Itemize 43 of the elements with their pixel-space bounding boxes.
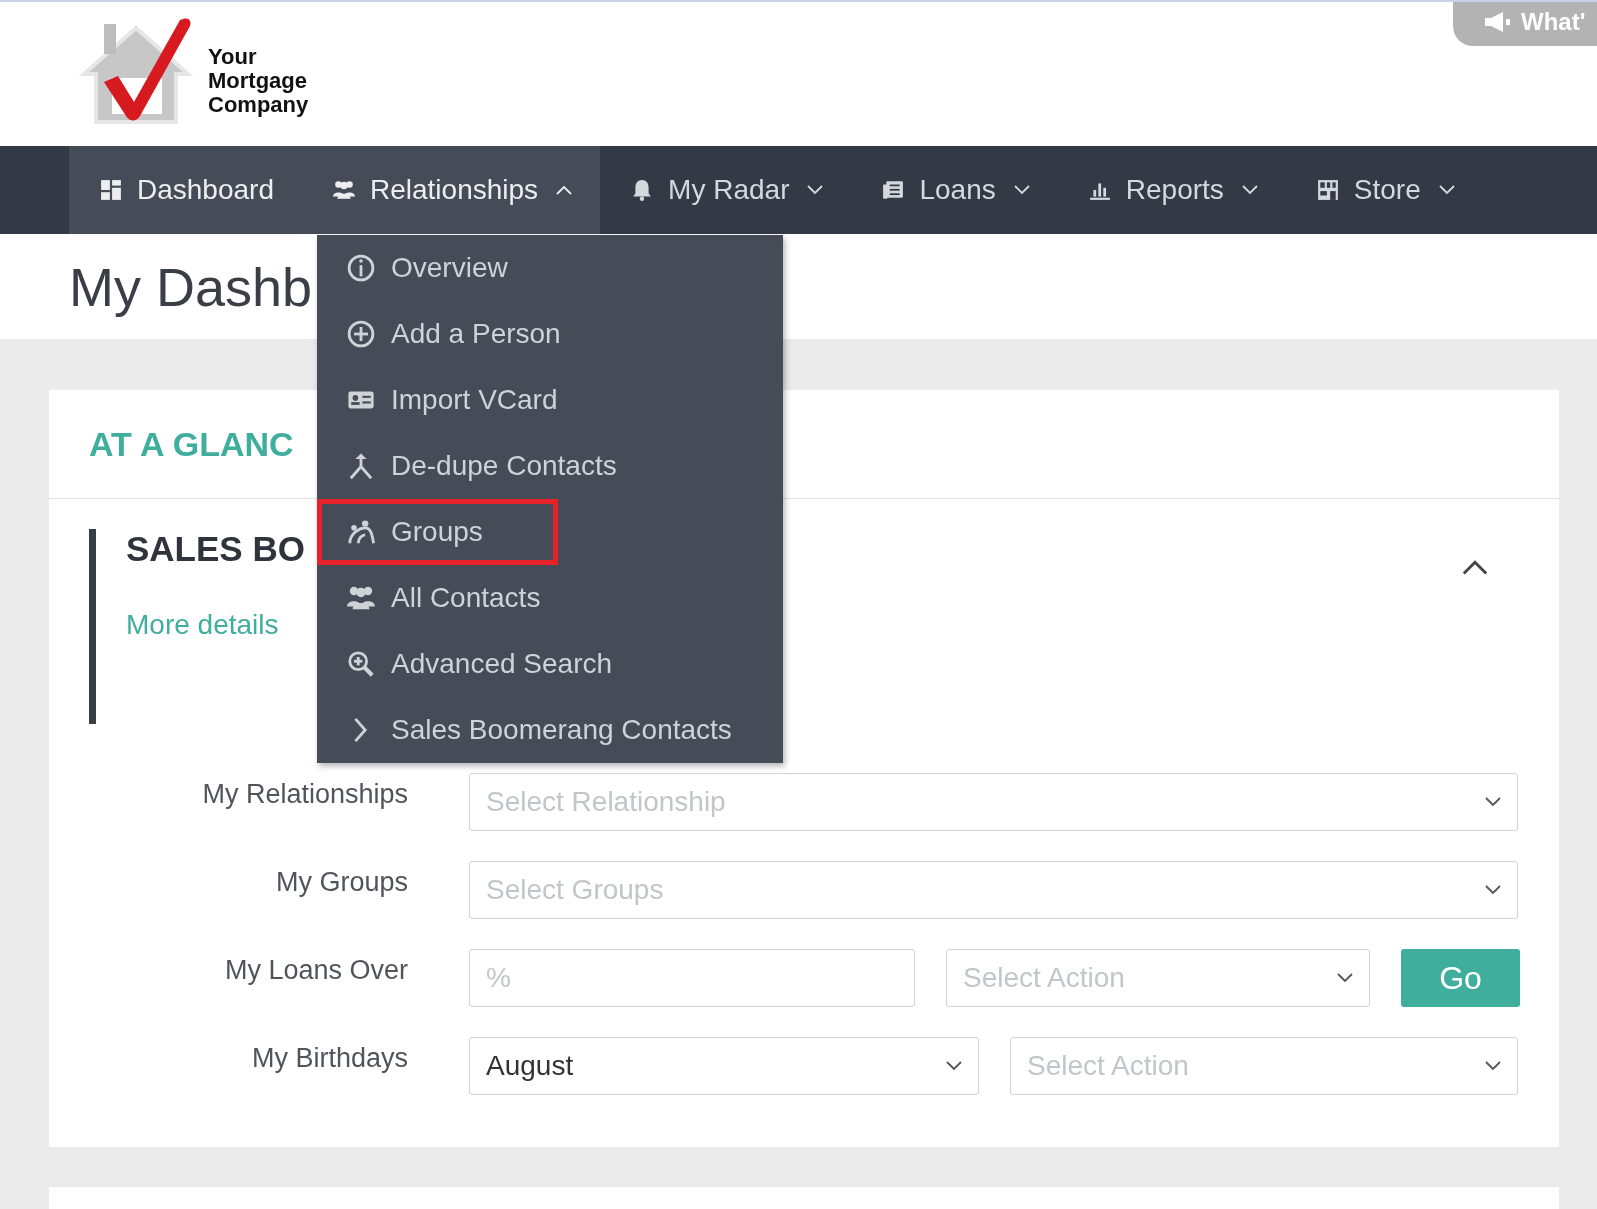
menu-item[interactable]: Add a Person	[317, 301, 783, 367]
merge-icon	[347, 452, 375, 480]
field-label: My Groups	[274, 866, 408, 898]
menu-item[interactable]: All Contacts	[317, 565, 783, 631]
info-icon	[347, 254, 375, 282]
card-title: AT A GLANC	[89, 424, 294, 464]
field-label: My Birthdays	[250, 1042, 408, 1074]
section-title: SALES BO	[126, 529, 305, 569]
logo-text: Mortgage	[208, 69, 308, 93]
newspaper-icon	[881, 179, 906, 201]
caret-icon	[946, 1061, 962, 1071]
people-icon	[347, 584, 375, 612]
nav-tab[interactable]: Relationships	[302, 146, 601, 234]
caret-icon	[1337, 973, 1353, 983]
input-field[interactable]: %	[469, 949, 915, 1007]
people-icon	[332, 179, 356, 201]
logo-text: Company	[208, 93, 309, 117]
menu-item[interactable]: Groups	[317, 499, 558, 565]
menu-item[interactable]: Import VCard	[317, 367, 783, 433]
nav-tab[interactable]: Dashboard	[69, 146, 302, 234]
menu-item[interactable]: De-dupe Contacts	[317, 433, 783, 499]
megaphone-icon	[1483, 11, 1511, 33]
field-label: My Relationships	[201, 778, 408, 810]
store-icon	[1315, 179, 1340, 201]
nav-tab[interactable]: My Radar	[600, 146, 852, 234]
add-icon	[347, 320, 375, 348]
nav-tab[interactable]: Store	[1285, 146, 1483, 234]
caret-icon	[1485, 1061, 1501, 1071]
dashboard-icon	[99, 179, 123, 201]
group-icon	[347, 518, 375, 546]
menu-item[interactable]: Sales Boomerang Contacts	[317, 697, 783, 763]
caret-icon	[1485, 797, 1501, 807]
caret-icon	[1485, 885, 1501, 895]
select-field[interactable]: August	[469, 1037, 979, 1095]
search-icon	[347, 650, 375, 678]
menu-item[interactable]: Overview	[317, 235, 783, 301]
logo-text: Your	[208, 45, 258, 69]
nav-tab[interactable]: Reports	[1057, 146, 1286, 234]
page-title: My Dashb	[69, 255, 313, 318]
nav-tab[interactable]: Loans	[851, 146, 1058, 234]
caret-up-icon	[1461, 559, 1489, 575]
field-label: My Loans Over	[223, 954, 408, 986]
menu-item[interactable]: Advanced Search	[317, 631, 783, 697]
